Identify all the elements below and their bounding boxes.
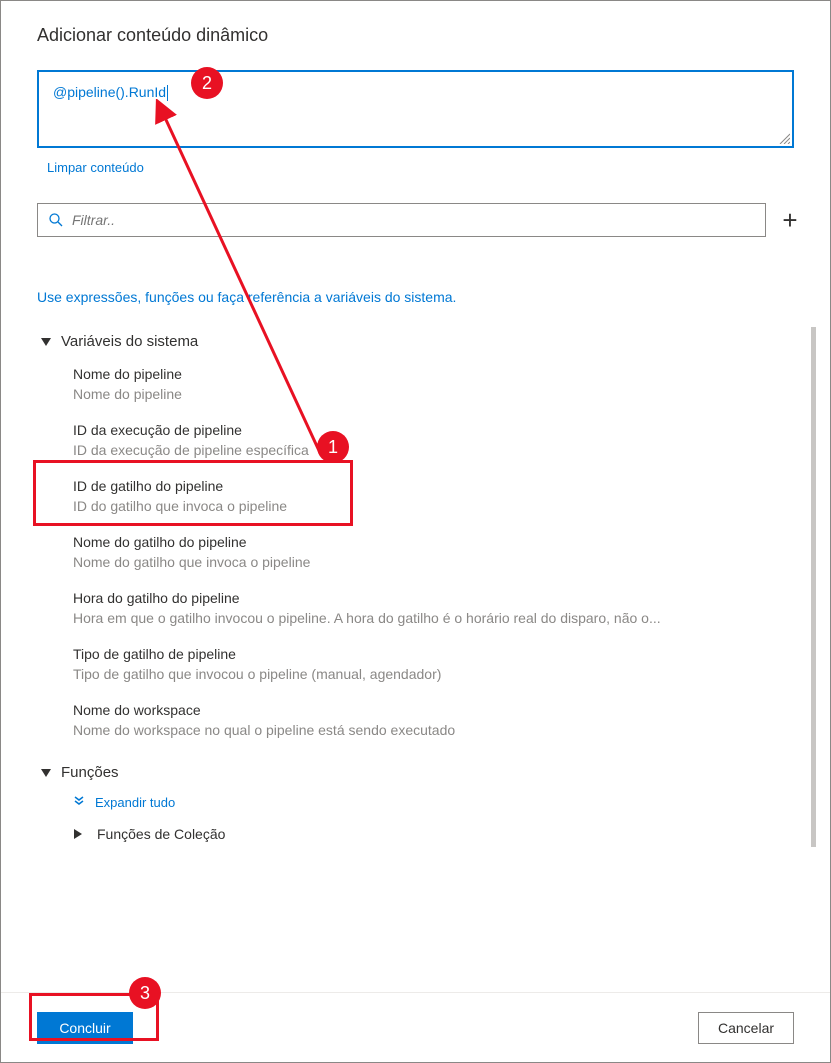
- item-title: Nome do pipeline: [73, 366, 816, 382]
- expand-all-label: Expandir tudo: [95, 795, 175, 810]
- list-item[interactable]: Nome do pipeline Nome do pipeline: [37, 360, 816, 416]
- item-desc: Tipo de gatilho que invocou o pipeline (…: [73, 666, 803, 682]
- section-system-variables[interactable]: Variáveis do sistema: [37, 327, 816, 360]
- cancel-button[interactable]: Cancelar: [698, 1012, 794, 1044]
- search-icon: [48, 212, 64, 228]
- functions-collection-row[interactable]: Funções de Coleção: [37, 820, 816, 848]
- filter-input[interactable]: [64, 212, 755, 228]
- item-title: ID da execução de pipeline: [73, 422, 816, 438]
- expression-content: @pipeline().RunId: [53, 84, 166, 100]
- list-item[interactable]: Tipo de gatilho de pipeline Tipo de gati…: [37, 640, 816, 696]
- chevron-down-icon: [41, 769, 51, 777]
- item-title: Tipo de gatilho de pipeline: [73, 646, 816, 662]
- finish-button[interactable]: Concluir: [37, 1012, 133, 1044]
- item-desc: Nome do gatilho que invoca o pipeline: [73, 554, 803, 570]
- sub-label: Funções de Coleção: [97, 826, 225, 842]
- resize-handle-icon[interactable]: [778, 132, 790, 144]
- section-label: Variáveis do sistema: [61, 333, 198, 350]
- variables-list: Variáveis do sistema Nome do pipeline No…: [37, 327, 816, 927]
- list-item[interactable]: Nome do gatilho do pipeline Nome do gati…: [37, 528, 816, 584]
- help-text: Use expressões, funções ou faça referênc…: [1, 237, 830, 313]
- page-title: Adicionar conteúdo dinâmico: [1, 1, 830, 56]
- double-chevron-down-icon: [73, 795, 85, 810]
- scrollbar[interactable]: [811, 327, 816, 927]
- clear-content-link[interactable]: Limpar conteúdo: [1, 148, 180, 179]
- expression-textarea[interactable]: @pipeline().RunId: [37, 70, 794, 148]
- filter-box[interactable]: [37, 203, 766, 237]
- item-title: Nome do workspace: [73, 702, 816, 718]
- chevron-right-icon: [74, 829, 82, 839]
- add-button[interactable]: +: [780, 205, 800, 236]
- list-item[interactable]: Hora do gatilho do pipeline Hora em que …: [37, 584, 816, 640]
- scrollbar-thumb[interactable]: [811, 327, 816, 847]
- item-desc: Hora em que o gatilho invocou o pipeline…: [73, 610, 803, 626]
- item-desc: ID do gatilho que invoca o pipeline: [73, 498, 803, 514]
- expand-all-link[interactable]: Expandir tudo: [37, 791, 816, 820]
- item-title: Nome do gatilho do pipeline: [73, 534, 816, 550]
- item-desc: Nome do workspace no qual o pipeline est…: [73, 722, 803, 738]
- item-title: ID de gatilho do pipeline: [73, 478, 816, 494]
- footer: Concluir Cancelar: [1, 992, 830, 1062]
- list-item-pipeline-run-id[interactable]: ID da execução de pipeline ID da execuçã…: [37, 416, 816, 472]
- section-label: Funções: [61, 764, 119, 781]
- section-functions[interactable]: Funções: [37, 758, 816, 791]
- caret: [167, 85, 168, 101]
- chevron-down-icon: [41, 338, 51, 346]
- item-desc: Nome do pipeline: [73, 386, 803, 402]
- item-title: Hora do gatilho do pipeline: [73, 590, 816, 606]
- item-desc: ID da execução de pipeline específica: [73, 442, 803, 458]
- list-item[interactable]: Nome do workspace Nome do workspace no q…: [37, 696, 816, 752]
- list-item[interactable]: ID de gatilho do pipeline ID do gatilho …: [37, 472, 816, 528]
